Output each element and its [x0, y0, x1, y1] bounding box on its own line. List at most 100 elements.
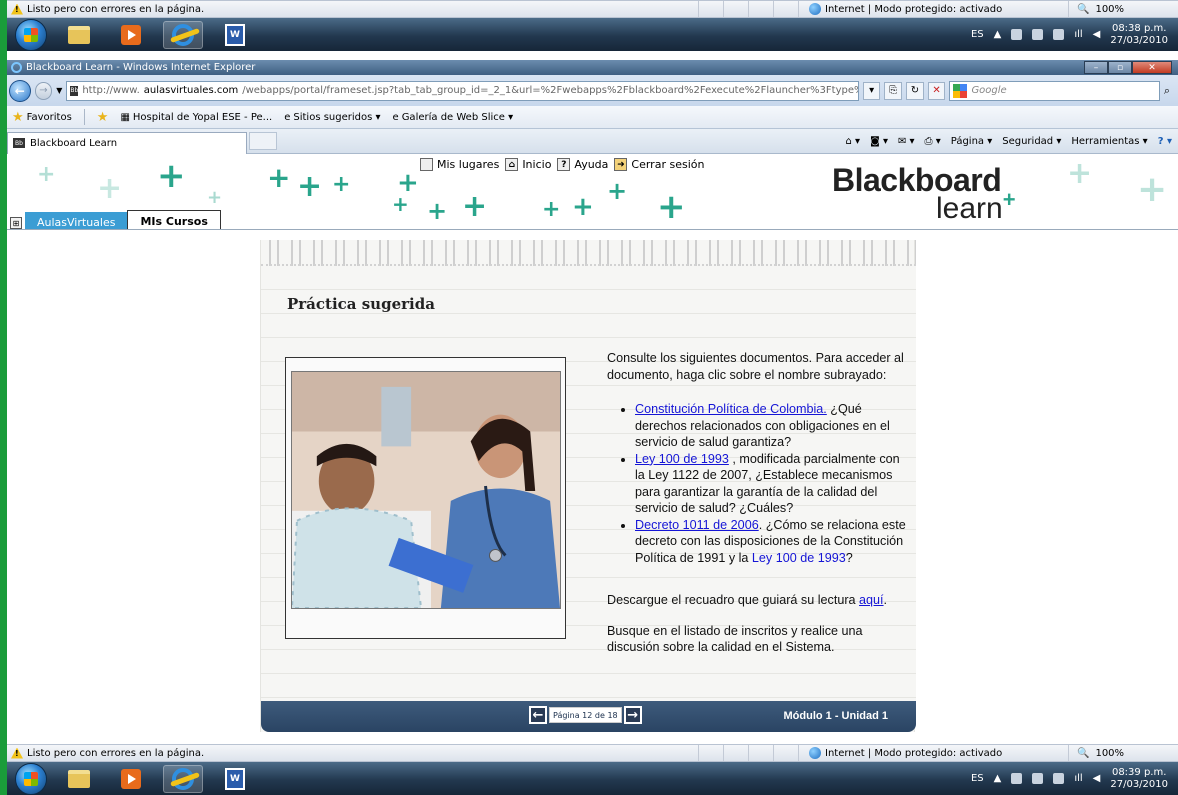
- refresh-button[interactable]: ↻: [906, 81, 924, 100]
- taskbar-explorer-button[interactable]: [59, 765, 99, 793]
- download-link[interactable]: aquí: [859, 593, 884, 607]
- windows-logo-icon: [24, 771, 38, 786]
- taskbar-media-button[interactable]: [111, 21, 151, 49]
- internet-explorer-icon: [172, 23, 194, 46]
- taskbar-ie-button[interactable]: [163, 20, 203, 49]
- warning-icon[interactable]: [11, 3, 23, 15]
- zoom-control[interactable]: 🔍 100%: [1068, 1, 1178, 17]
- maximize-button[interactable]: ▫: [1108, 61, 1132, 74]
- print-icon[interactable]: ⎙ ▾: [925, 136, 941, 147]
- link-ley-100[interactable]: Ley 100 de 1993: [635, 452, 729, 466]
- volume-icon[interactable]: ◀: [1093, 773, 1101, 784]
- search-icon[interactable]: ⌕: [1164, 84, 1170, 98]
- taskbar-word-button[interactable]: W: [215, 21, 255, 49]
- tray-expand-icon[interactable]: ▲: [994, 29, 1002, 40]
- page-title: Práctica sugerida: [287, 295, 435, 313]
- security-menu[interactable]: Seguridad ▾: [1002, 136, 1061, 147]
- history-dropdown-icon[interactable]: ▼: [56, 86, 62, 95]
- ie-title-icon: [11, 62, 22, 73]
- tray-app-icon[interactable]: [1011, 773, 1023, 784]
- clock[interactable]: 08:39 p.m. 27/03/2010: [1110, 767, 1168, 791]
- search-input[interactable]: Google: [949, 80, 1160, 101]
- favorite-link-hospital[interactable]: ▦ Hospital de Yopal ESE - Pe...: [120, 112, 272, 123]
- list-item: Constitución Política de Colombia. ¿Qué …: [635, 401, 912, 451]
- minimize-button[interactable]: –: [1084, 61, 1108, 74]
- tab-blackboard-learn[interactable]: Bb Blackboard Learn: [7, 131, 247, 154]
- documents-list: Constitución Política de Colombia. ¿Qué …: [635, 401, 912, 566]
- favorites-bar: ★ Favoritos ★ ▦ Hospital de Yopal ESE - Pe…: [7, 106, 1178, 129]
- link-constitucion[interactable]: Constitución Política de Colombia.: [635, 402, 827, 416]
- discussion-text: Busque en el listado de inscritos y real…: [607, 623, 863, 655]
- system-tray: ES ▲ ıll ◀ 08:38 p.m. 27/03/2010: [971, 23, 1178, 47]
- tray-app-icon[interactable]: [1011, 29, 1023, 40]
- prev-page-button[interactable]: ←: [529, 706, 547, 724]
- favorite-suggested-sites[interactable]: e Sitios sugeridos ▾: [284, 112, 380, 123]
- language-indicator[interactable]: ES: [971, 29, 984, 40]
- url-dropdown-button[interactable]: ▾: [862, 81, 881, 100]
- next-page-button[interactable]: →: [623, 706, 642, 724]
- start-button[interactable]: [15, 18, 47, 51]
- photo-frame: [285, 357, 566, 639]
- security-zone[interactable]: Internet | Modo protegido: activado: [798, 1, 1068, 17]
- patient-nurse-photo: [291, 371, 561, 609]
- favorites-button[interactable]: ★ Favoritos: [12, 110, 72, 125]
- mail-icon[interactable]: ✉ ▾: [898, 136, 915, 147]
- page-menu[interactable]: Página ▾: [951, 136, 993, 147]
- tray-device-icon[interactable]: [1053, 773, 1065, 784]
- stop-button[interactable]: ✕: [927, 81, 946, 100]
- feeds-icon[interactable]: ◙ ▾: [870, 136, 888, 147]
- tab-aulasvirtuales[interactable]: AulasVirtuales: [25, 212, 128, 229]
- network-icon[interactable]: ıll: [1074, 773, 1082, 784]
- favorite-web-slice-gallery[interactable]: e Galería de Web Slice ▾: [393, 112, 514, 123]
- desktop-edge: [0, 0, 7, 795]
- taskbar-word-button[interactable]: W: [215, 765, 255, 793]
- language-indicator[interactable]: ES: [971, 773, 984, 784]
- tray-flag-icon[interactable]: [1032, 29, 1044, 40]
- expand-icon[interactable]: ⊞: [10, 217, 22, 229]
- home-link[interactable]: ⌂ Inicio: [505, 158, 551, 171]
- start-button[interactable]: [15, 762, 47, 795]
- ie-small-icon: e: [284, 111, 291, 123]
- network-icon[interactable]: ıll: [1074, 29, 1082, 40]
- help-link[interactable]: ? Ayuda: [557, 158, 608, 171]
- tab-mis-cursos[interactable]: MIs Cursos: [127, 210, 221, 229]
- clock[interactable]: 08:38 p.m. 27/03/2010: [1110, 23, 1168, 47]
- zoom-control[interactable]: 🔍 100%: [1068, 745, 1178, 761]
- tray-flag-icon[interactable]: [1032, 773, 1044, 784]
- tools-menu[interactable]: Herramientas ▾: [1071, 136, 1147, 147]
- intro-text: Consulte los siguientes documentos. Para…: [607, 351, 904, 382]
- taskbar-media-button[interactable]: [111, 765, 151, 793]
- taskbar-ie-button[interactable]: [163, 764, 203, 793]
- media-player-icon: [121, 768, 141, 789]
- system-tray: ES ▲ ıll ◀ 08:39 p.m. 27/03/2010: [971, 767, 1178, 791]
- close-button[interactable]: ✕: [1132, 61, 1172, 74]
- back-button[interactable]: ←: [9, 79, 31, 102]
- taskbar-explorer-button[interactable]: [59, 21, 99, 49]
- download-text: Descargue el recuadro que guiará su lect…: [607, 593, 888, 607]
- forward-button[interactable]: →: [34, 81, 53, 100]
- help-icon: ?: [557, 158, 571, 171]
- windows-logo-icon: [24, 27, 38, 42]
- bb-tabs: ⊞ AulasVirtuales MIs Cursos: [7, 210, 221, 229]
- status-text: Listo pero con errores en la página.: [27, 3, 205, 15]
- warning-icon[interactable]: [11, 747, 23, 759]
- link-ley-100-inline[interactable]: Ley 100 de 1993: [752, 551, 846, 565]
- my-places-link[interactable]: Mis lugares: [420, 158, 499, 171]
- home-icon[interactable]: ⌂ ▾: [846, 136, 861, 147]
- tray-device-icon[interactable]: [1053, 29, 1065, 40]
- url-input[interactable]: Bb http://www. aulasvirtuales.com/webapps…: [66, 80, 859, 101]
- logout-link[interactable]: ➜ Cerrar sesión: [614, 158, 704, 171]
- help-icon[interactable]: ? ▾: [1158, 136, 1172, 147]
- site-favicon: Bb: [70, 85, 79, 96]
- status-bar-top: Listo pero con errores en la página. Int…: [7, 0, 1178, 18]
- volume-icon[interactable]: ◀: [1093, 29, 1101, 40]
- add-favorite-icon[interactable]: ★: [97, 110, 109, 125]
- link-decreto-1011[interactable]: Decreto 1011 de 2006: [635, 518, 759, 532]
- tray-expand-icon[interactable]: ▲: [994, 773, 1002, 784]
- blackboard-logo: Blackboard learn+: [832, 162, 1016, 225]
- new-tab-button[interactable]: [249, 132, 277, 150]
- window-titlebar: Blackboard Learn - Windows Internet Expl…: [7, 60, 1178, 75]
- bb-top-nav: Mis lugares ⌂ Inicio ? Ayuda ➜ Cerrar sesió…: [420, 158, 704, 171]
- compat-view-button[interactable]: ⎘: [884, 81, 903, 100]
- security-zone[interactable]: Internet | Modo protegido: activado: [798, 745, 1068, 761]
